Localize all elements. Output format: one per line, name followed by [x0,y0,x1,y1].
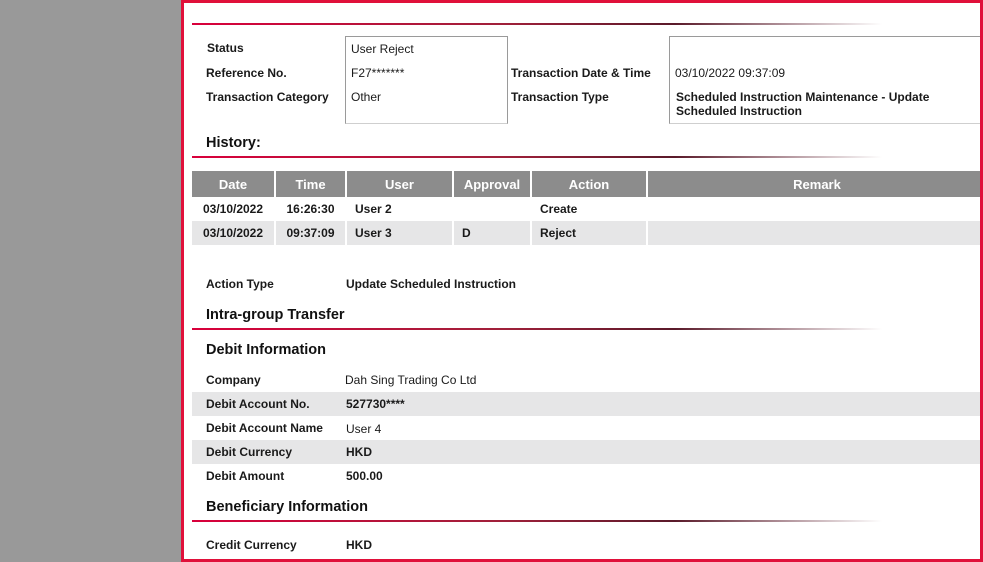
debit-amount-value: 500.00 [346,469,383,483]
history-title: History: [206,135,261,151]
category-label: Transaction Category [206,90,329,104]
history-divider [192,156,882,158]
cell-action: Create [531,197,648,221]
debit-account-name-label: Debit Account Name [206,421,323,435]
column-header-approval: Approval [453,171,532,197]
column-header-remark: Remark [647,171,980,197]
history-header-row: Date Time User Approval Action Remark [192,171,980,197]
cell-approval: D [453,221,532,245]
cell-remark [647,221,980,245]
cell-approval [453,197,532,221]
debit-currency-label: Debit Currency [206,445,293,459]
cell-remark [647,197,980,221]
beneficiary-divider [192,520,882,522]
credit-currency-label: Credit Currency [206,538,297,552]
top-divider [192,23,882,25]
cell-date: 03/10/2022 [192,197,276,221]
debit-account-no-label: Debit Account No. [206,397,310,411]
datetime-value: 03/10/2022 09:37:09 [675,66,786,80]
company-label: Company [206,373,261,387]
reference-label: Reference No. [206,66,287,80]
debit-currency-value: HKD [346,445,372,459]
table-row: 03/10/2022 16:26:30 User 2 Create [192,197,980,221]
cell-user: User 3 [346,221,454,245]
column-header-time: Time [275,171,347,197]
action-type-label: Action Type [206,277,274,291]
status-value: User Reject [351,42,414,56]
column-header-action: Action [531,171,648,197]
debit-account-no-value: 527730**** [346,397,405,411]
category-value: Other [351,90,382,104]
debit-account-name-value: User 4 [346,422,382,436]
table-row: 03/10/2022 09:37:09 User 3 D Reject [192,221,980,245]
action-type-value: Update Scheduled Instruction [346,277,517,291]
debit-amount-label: Debit Amount [206,469,285,483]
cell-date: 03/10/2022 [192,221,276,245]
beneficiary-title: Beneficiary Information [206,499,368,515]
type-value-line2: Scheduled Instruction [676,104,803,118]
credit-currency-value: HKD [346,538,372,552]
debit-account-no-stripe [192,392,980,416]
type-value-line1: Scheduled Instruction Maintenance - Upda… [676,90,930,104]
cell-time: 09:37:09 [275,221,347,245]
debit-title: Debit Information [206,342,327,358]
cell-action: Reject [531,221,648,245]
status-label: Status [207,41,244,55]
cell-user: User 2 [346,197,454,221]
debit-currency-stripe [192,440,980,464]
transfer-title: Intra-group Transfer [206,307,345,323]
datetime-label: Transaction Date & Time [511,66,651,80]
transfer-divider [192,328,882,330]
left-side-panel [0,0,181,562]
type-label: Transaction Type [511,90,609,104]
company-value: Dah Sing Trading Co Ltd [345,373,477,387]
history-table: Date Time User Approval Action Remark 03… [192,171,980,245]
column-header-date: Date [192,171,276,197]
column-header-user: User [346,171,454,197]
reference-value: F27******* [351,66,405,80]
cell-time: 16:26:30 [275,197,347,221]
transaction-detail-frame: Status User Reject Reference No. F27****… [181,0,983,562]
